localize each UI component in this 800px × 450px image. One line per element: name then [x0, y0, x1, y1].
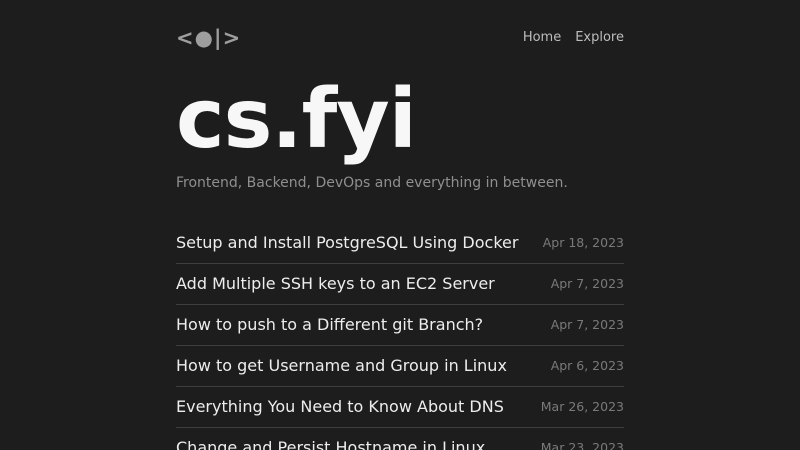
page-subtitle: Frontend, Backend, DevOps and everything… — [176, 175, 624, 193]
brand-logo-icon[interactable]: <●|> — [176, 27, 241, 49]
top-nav: Home Explore — [523, 30, 624, 46]
site-header: <●|> Home Explore — [176, 0, 624, 49]
post-date: Apr 6, 2023 — [551, 359, 624, 373]
post-list-item[interactable]: Add Multiple SSH keys to an EC2 Server A… — [176, 264, 624, 305]
post-title[interactable]: Change and Persist Hostname in Linux — [176, 440, 485, 450]
post-list: Setup and Install PostgreSQL Using Docke… — [176, 223, 624, 450]
post-list-item[interactable]: Change and Persist Hostname in Linux Mar… — [176, 428, 624, 450]
nav-link-explore[interactable]: Explore — [575, 30, 624, 46]
post-list-item[interactable]: Everything You Need to Know About DNS Ma… — [176, 387, 624, 428]
post-date: Mar 23, 2023 — [541, 441, 624, 450]
post-date: Apr 18, 2023 — [543, 236, 624, 250]
post-title[interactable]: How to get Username and Group in Linux — [176, 358, 507, 374]
post-list-item[interactable]: How to push to a Different git Branch? A… — [176, 305, 624, 346]
page-container: <●|> Home Explore cs.fyi Frontend, Backe… — [176, 0, 624, 450]
nav-link-home[interactable]: Home — [523, 30, 561, 46]
post-title[interactable]: Setup and Install PostgreSQL Using Docke… — [176, 235, 518, 251]
post-list-item[interactable]: How to get Username and Group in Linux A… — [176, 346, 624, 387]
post-title[interactable]: Everything You Need to Know About DNS — [176, 399, 504, 415]
post-date: Apr 7, 2023 — [551, 318, 624, 332]
post-title[interactable]: Add Multiple SSH keys to an EC2 Server — [176, 276, 495, 292]
post-list-item[interactable]: Setup and Install PostgreSQL Using Docke… — [176, 223, 624, 264]
post-date: Mar 26, 2023 — [541, 400, 624, 414]
post-title[interactable]: How to push to a Different git Branch? — [176, 317, 483, 333]
page-title: cs.fyi — [176, 79, 624, 161]
post-date: Apr 7, 2023 — [551, 277, 624, 291]
